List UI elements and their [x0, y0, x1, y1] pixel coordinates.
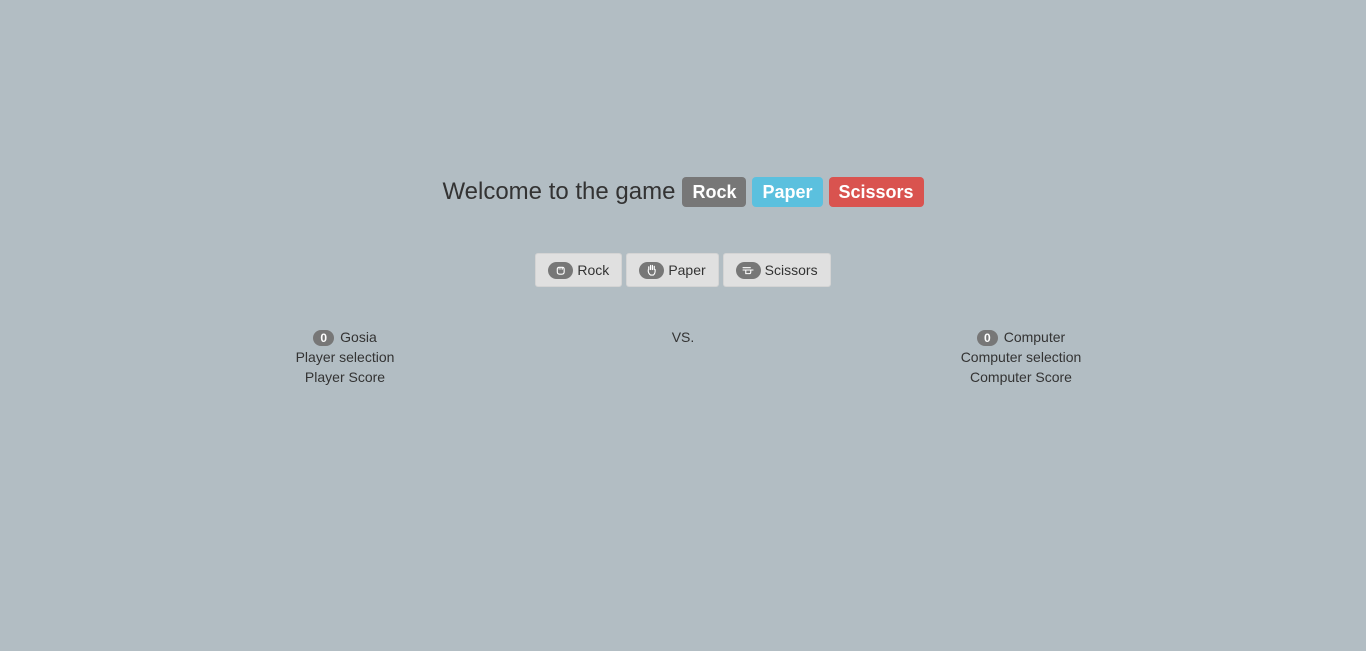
computer-score-label: Computer Score — [970, 369, 1072, 385]
title-label-rock: Rock — [682, 177, 747, 207]
hand-scissors-icon — [735, 261, 761, 279]
page-header: Welcome to the game Rock Paper Scissors — [0, 176, 1366, 208]
choice-button-group: Rock Paper Scissors — [0, 253, 1366, 287]
paper-button-label: Paper — [668, 262, 706, 278]
scissors-button[interactable]: Scissors — [722, 253, 831, 287]
rock-button[interactable]: Rock — [535, 253, 623, 287]
computer-panel: 0 Computer Computer selection Computer S… — [901, 327, 1141, 387]
title-label-paper: Paper — [752, 177, 823, 207]
player-selection: Player selection — [295, 349, 395, 365]
computer-score-badge: 0 — [976, 330, 998, 347]
title-label-scissors: Scissors — [828, 177, 924, 207]
computer-name-line: 0 Computer — [901, 327, 1141, 347]
versus-label: VS. — [671, 329, 695, 345]
hand-rock-icon — [548, 261, 574, 279]
player-score-label: Player Score — [304, 369, 386, 385]
scissors-button-label: Scissors — [764, 262, 818, 278]
page-title: Welcome to the game — [442, 178, 676, 205]
hand-paper-icon — [639, 261, 665, 279]
computer-name: Computer — [1003, 329, 1066, 345]
paper-button[interactable]: Paper — [626, 253, 719, 287]
computer-selection: Computer selection — [960, 349, 1082, 365]
rock-button-label: Rock — [577, 262, 610, 278]
